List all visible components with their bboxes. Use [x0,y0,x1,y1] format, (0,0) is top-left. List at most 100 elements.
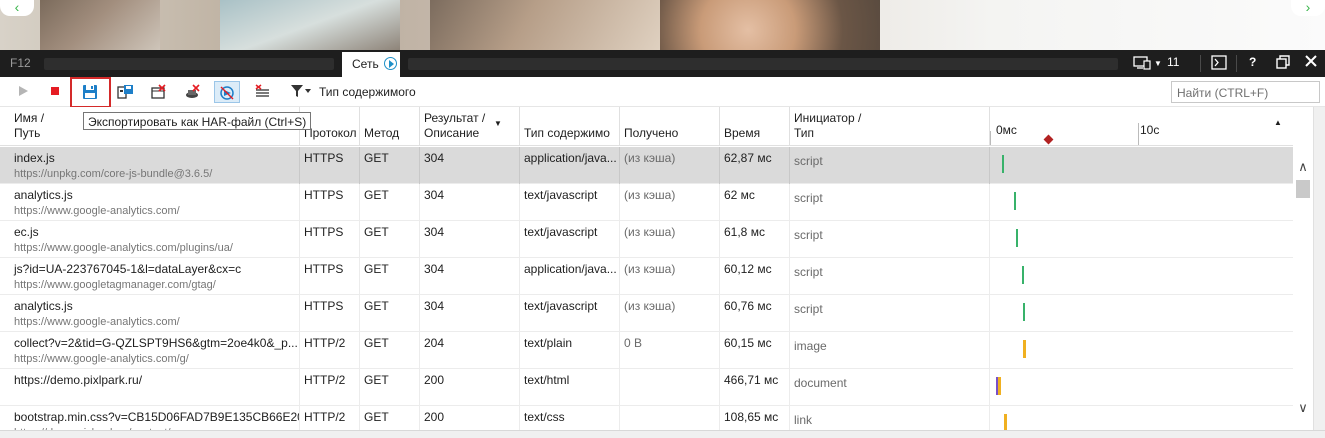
clear-cache-icon[interactable] [180,81,204,103]
request-path: https://www.googletagmanager.com/gtag/ [14,279,216,291]
tab-network[interactable]: Сеть [342,52,400,77]
cell-received: (из кэша) [620,295,720,332]
cell-name: analytics.js https://www.google-analytics… [10,184,300,221]
tab-network-label: Сеть [352,57,379,71]
cell-received: (из кэша) [620,258,720,295]
cell-received [620,369,720,406]
timeline-tick-line [1138,123,1139,145]
request-path: https://www.google-analytics.com/ [14,316,180,328]
column-result-label: Результат / [424,111,486,125]
undock-icon[interactable] [1276,55,1290,72]
timeline-tick-line [990,131,991,145]
table-row[interactable]: ec.js https://www.google-analytics.com/pl… [0,221,1293,258]
cell-name: collect?v=2&tid=G-QZLSPT9HS6&gtm=2oe4k0&… [10,332,300,369]
cell-method: GET [360,184,420,221]
export-har-icon[interactable] [78,81,102,103]
search-input[interactable]: Найти (CTRL+F) [1171,81,1320,103]
timing-bar [1022,266,1024,284]
cell-method: GET [360,295,420,332]
cell-name: ec.js https://www.google-analytics.com/pl… [10,221,300,258]
cell-timeline [990,295,1293,332]
timing-bar [1002,155,1004,173]
column-received[interactable]: Получено [620,107,720,146]
scroll-down-icon[interactable]: ∨ [1296,401,1310,415]
request-path: https://unpkg.com/core-js-bundle@3.6.5/ [14,168,213,180]
cell-method: GET [360,147,420,184]
column-time[interactable]: Время [720,107,790,146]
column-initiator[interactable]: Инициатор / Тип [790,107,990,146]
request-name: index.js [14,151,55,165]
cell-time: 60,12 мс [720,258,790,295]
vertical-scrollbar[interactable]: ∧ ∨ [1293,146,1313,421]
clear-entries-icon[interactable] [250,81,274,103]
timing-bar [1014,192,1016,210]
tab-placeholder [44,58,334,70]
export-tooltip: Экспортировать как HAR-файл (Ctrl+S) [83,112,312,130]
cell-type: text/javascript [520,221,620,258]
next-arrow-icon[interactable]: › [1291,0,1325,16]
cell-initiator: script [790,258,990,295]
request-path: https://www.google-analytics.com/plugins… [14,242,233,254]
scroll-up-icon[interactable]: ∧ [1296,160,1310,174]
divider [1200,55,1201,72]
table-row[interactable]: js?id=UA-223767045-1&l=dataLayer&cx=c htt… [0,258,1293,295]
tab-placeholder [408,58,1118,70]
cell-name: analytics.js https://www.google-analytics… [10,295,300,332]
cell-initiator: script [790,147,990,184]
page-image [220,0,400,50]
cell-received: 0 В [620,332,720,369]
cell-initiator: image [790,332,990,369]
cell-protocol: HTTPS [300,147,360,184]
play-icon[interactable] [12,81,36,103]
cell-received: (из кэша) [620,221,720,258]
cell-timeline [990,184,1293,221]
cell-type: text/html [520,369,620,406]
cell-protocol: HTTP/2 [300,369,360,406]
table-row[interactable]: collect?v=2&tid=G-QZLSPT9HS6&gtm=2oe4k0&… [0,332,1293,369]
timing-bar [1023,303,1025,321]
cell-type: application/java... [520,147,620,184]
sort-desc-icon: ▼ [494,119,502,128]
always-refresh-icon[interactable] [113,81,137,103]
scrollbar-thumb[interactable] [1296,180,1310,198]
target-dropdown-icon[interactable]: ▼ [1154,59,1162,68]
column-result[interactable]: Результат / Описание ▼ [420,107,520,146]
disable-cache-icon[interactable] [214,81,240,103]
cell-name: index.js https://unpkg.com/core-js-bundle… [10,147,300,184]
table-row[interactable]: analytics.js https://www.google-analytics… [0,184,1293,221]
collapse-timeline-icon[interactable]: ▲ [1274,115,1282,130]
cell-timeline [990,221,1293,258]
request-name: ec.js [14,225,39,239]
devtools-label: F12 [10,56,31,70]
column-timeline[interactable]: 0мс 10с ▲ [990,107,1293,146]
cell-result: 304 [420,258,520,295]
prev-arrow-icon[interactable]: ‹ [0,0,34,16]
help-icon[interactable]: ? [1249,55,1256,69]
stop-recording-icon[interactable] [44,81,68,103]
column-method[interactable]: Метод [360,107,420,146]
cell-method: GET [360,258,420,295]
filter-icon[interactable] [286,81,311,103]
side-panel-edge [1313,107,1325,438]
cell-method: GET [360,221,420,258]
timeline-tick-10s: 10с [1140,123,1160,137]
request-name: analytics.js [14,188,73,202]
cell-name: https://demo.pixlpark.ru/ [10,369,300,406]
timing-bar [1016,229,1018,247]
content-type-filter-label[interactable]: Тип содержимого [319,85,416,99]
cell-protocol: HTTPS [300,295,360,332]
cell-protocol: HTTPS [300,184,360,221]
console-icon[interactable] [1211,55,1227,73]
monitor-icon[interactable] [1133,55,1153,73]
cell-method: GET [360,332,420,369]
cell-type: application/java... [520,258,620,295]
table-row[interactable]: index.js https://unpkg.com/core-js-bundle… [0,147,1293,184]
clear-on-navigate-icon[interactable] [146,81,170,103]
table-row[interactable]: analytics.js https://www.google-analytics… [0,295,1293,332]
table-row[interactable]: https://demo.pixlpark.ru/HTTP/2 GET 200 tex… [0,369,1293,406]
request-name: bootstrap.min.css?v=CB15D06FAD7B9E135CB6… [14,410,300,424]
cell-type: text/javascript [520,184,620,221]
column-type-label: Тип [794,126,815,140]
close-icon[interactable] [1305,55,1317,70]
column-content-type[interactable]: Тип содержимо [520,107,620,146]
